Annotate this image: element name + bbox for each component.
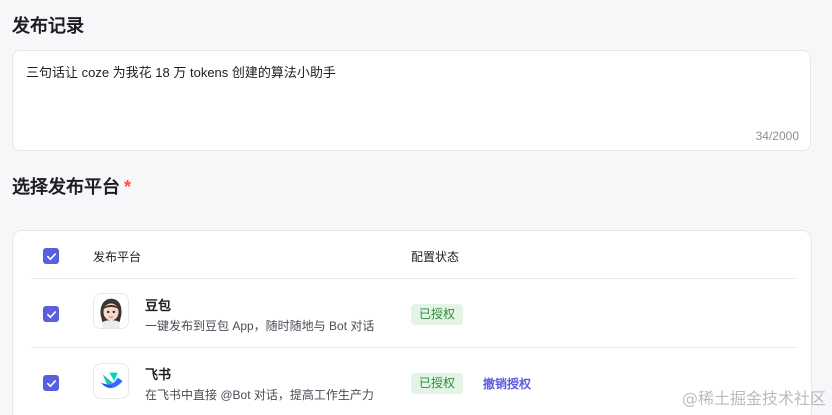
table-row: 豆包 一键发布到豆包 App，随时随地与 Bot 对话 已授权 [31, 279, 797, 348]
record-section-title: 发布记录 [12, 16, 84, 36]
platform-section-title: 选择发布平台 * [12, 173, 131, 199]
feishu-logo-icon [93, 363, 129, 399]
platform-section-title-text: 选择发布平台 [12, 177, 120, 197]
check-icon [46, 310, 56, 318]
platform-name: 飞书 [145, 367, 172, 382]
status-badge: 已授权 [411, 373, 464, 394]
column-header-status: 配置状态 [411, 250, 460, 264]
platform-name: 豆包 [145, 298, 172, 313]
table-header-row: 发布平台 配置状态 [31, 231, 797, 279]
row-checkbox-doubao[interactable] [43, 306, 59, 322]
status-badge: 已授权 [411, 304, 464, 325]
required-mark: * [124, 177, 132, 197]
record-textarea[interactable]: 三句话让 coze 为我花 18 万 tokens 创建的算法小助手 34/20… [12, 50, 811, 151]
record-text: 三句话让 coze 为我花 18 万 tokens 创建的算法小助手 [26, 65, 336, 80]
column-header-platform: 发布平台 [93, 250, 142, 264]
revoke-authorization-link[interactable]: 撤销授权 [483, 375, 531, 392]
record-char-count: 34/2000 [755, 129, 799, 143]
check-icon [46, 252, 56, 260]
select-all-checkbox[interactable] [43, 248, 59, 264]
doubao-avatar-icon [93, 293, 129, 329]
platform-description: 一键发布到豆包 App，随时随地与 Bot 对话 [145, 319, 375, 333]
watermark: @稀土掘金技术社区 [681, 389, 826, 408]
check-icon [46, 379, 56, 387]
platform-description: 在飞书中直接 @Bot 对话，提高工作生产力 [145, 388, 374, 402]
row-checkbox-feishu[interactable] [43, 375, 59, 391]
